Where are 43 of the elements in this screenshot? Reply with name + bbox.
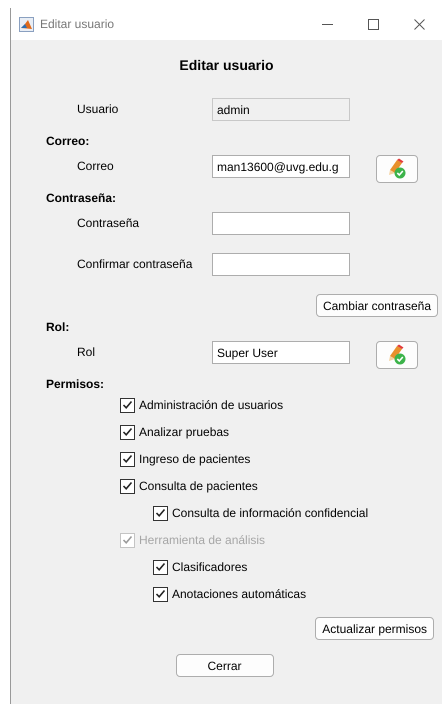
check-icon — [122, 535, 133, 545]
edit-button[interactable] — [376, 155, 418, 183]
field-label: Contraseña — [76, 215, 140, 232]
check-icon — [122, 400, 133, 410]
check-icon — [155, 562, 166, 572]
check-icon — [122, 481, 133, 491]
edit-button[interactable] — [376, 341, 418, 369]
close-button[interactable]: Cerrar — [176, 654, 274, 677]
pencil-check-icon — [387, 158, 407, 180]
permission-checkbox[interactable]: Analizar pruebas — [120, 422, 442, 442]
maximize-icon[interactable] — [368, 18, 378, 30]
permission-checkbox[interactable]: Ingreso de pacientes — [120, 449, 442, 469]
section-title: Contraseña: — [45, 191, 118, 205]
field-label: Rol — [76, 344, 96, 361]
checkbox[interactable] — [120, 424, 135, 440]
field-label: Usuario — [76, 101, 120, 118]
checkbox[interactable] — [153, 506, 168, 520]
checkbox[interactable] — [120, 478, 135, 494]
section-title: Permisos: — [45, 377, 106, 391]
permission-checkbox[interactable]: Consulta de pacientes — [120, 476, 442, 496]
check-icon — [155, 508, 166, 518]
permission-checkbox[interactable]: Administración de usuarios — [120, 395, 442, 415]
action-button[interactable]: Actualizar permisos — [315, 617, 434, 640]
text-field[interactable]: Super User — [212, 341, 350, 364]
window-title: Editar usuario — [40, 17, 116, 31]
checkbox[interactable] — [120, 398, 135, 412]
action-button[interactable]: Cambiar contraseña — [316, 294, 438, 317]
section-title: Rol: — [45, 320, 70, 334]
permission-checkbox[interactable]: Consulta de información confidencial — [120, 503, 442, 523]
field-label: Correo — [76, 158, 115, 175]
dialog-heading: Editar usuario — [178, 57, 275, 73]
text-field[interactable] — [212, 253, 350, 276]
text-field[interactable]: man13600@uvg.edu.g — [212, 155, 350, 178]
check-icon — [122, 454, 133, 464]
app-icon — [19, 16, 34, 32]
text-field[interactable] — [212, 212, 350, 235]
check-icon — [122, 427, 133, 437]
close-icon[interactable] — [414, 18, 424, 30]
pencil-check-icon — [387, 344, 407, 366]
field-label: Confirmar contraseña — [76, 256, 194, 273]
checkbox[interactable] — [120, 452, 135, 466]
check-icon — [155, 589, 166, 599]
section-title: Correo: — [45, 134, 90, 148]
